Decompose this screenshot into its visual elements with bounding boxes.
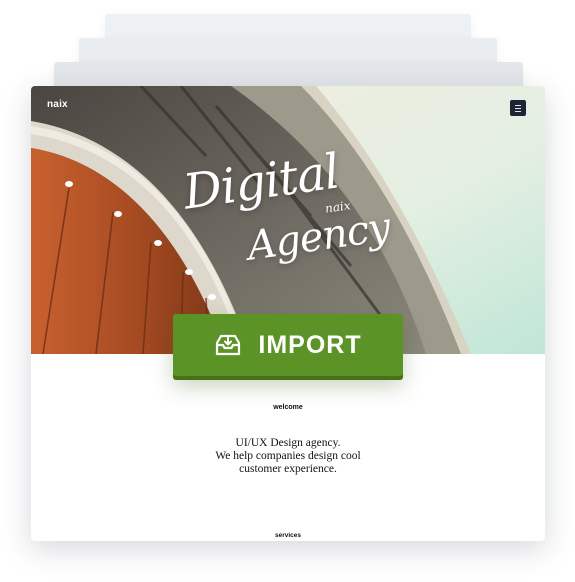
tagline: UI/UX Design agency. We help companies d…: [31, 437, 545, 476]
import-button[interactable]: IMPORT: [173, 314, 403, 376]
tagline-line: UI/UX Design agency.: [235, 437, 341, 449]
hamburger-menu-icon[interactable]: [510, 100, 526, 116]
import-button-label: IMPORT: [258, 330, 362, 359]
tagline-line: We help companies design cool: [215, 450, 361, 462]
welcome-label: welcome: [273, 404, 303, 411]
tagline-line: customer experience.: [239, 463, 337, 475]
services-label: services: [274, 532, 302, 539]
site-logo[interactable]: naix: [47, 99, 68, 110]
inbox-download-icon: [216, 334, 241, 356]
